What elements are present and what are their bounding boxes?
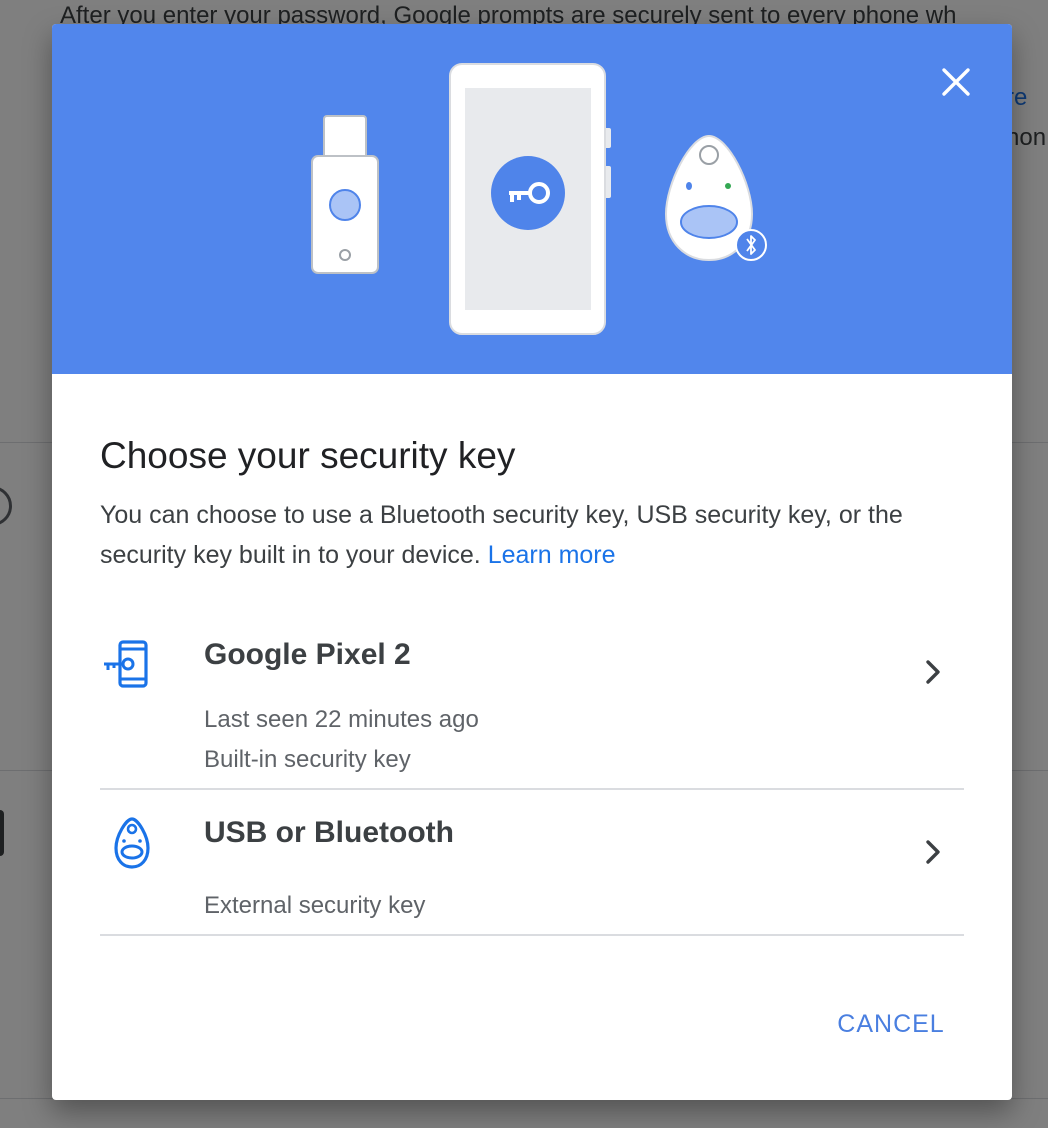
hero-illustration-graphic [311, 63, 767, 335]
option-google-pixel-2[interactable]: Google Pixel 2 Last seen 22 minutes ago … [100, 620, 964, 790]
option-last-seen: Last seen 22 minutes ago [204, 706, 479, 733]
close-icon [942, 68, 970, 96]
hero-illustration [52, 24, 1012, 374]
usb-key-icon [311, 115, 379, 274]
option-title: USB or Bluetooth [204, 816, 454, 849]
dialog-title: Choose your security key [100, 434, 516, 476]
learn-more-link[interactable]: Learn more [488, 541, 616, 569]
phone-key-icon [100, 636, 160, 696]
chevron-right-icon [912, 652, 952, 692]
option-usb-or-bluetooth[interactable]: USB or Bluetooth External security key [100, 790, 964, 936]
option-subtitle: Built-in security key [204, 746, 411, 773]
security-key-dialog: Choose your security key You can choose … [52, 24, 1012, 1100]
security-key-fob-icon [100, 814, 160, 874]
option-divider [100, 934, 964, 936]
option-title: Google Pixel 2 [204, 638, 411, 671]
option-subtitle: External security key [204, 892, 426, 919]
phone-icon [449, 63, 611, 335]
cancel-button[interactable]: CANCEL [826, 1000, 956, 1048]
dialog-description: You can choose to use a Bluetooth securi… [100, 495, 970, 575]
close-button[interactable] [932, 58, 980, 106]
bluetooth-fob-icon [664, 134, 767, 262]
chevron-right-icon [912, 832, 952, 872]
